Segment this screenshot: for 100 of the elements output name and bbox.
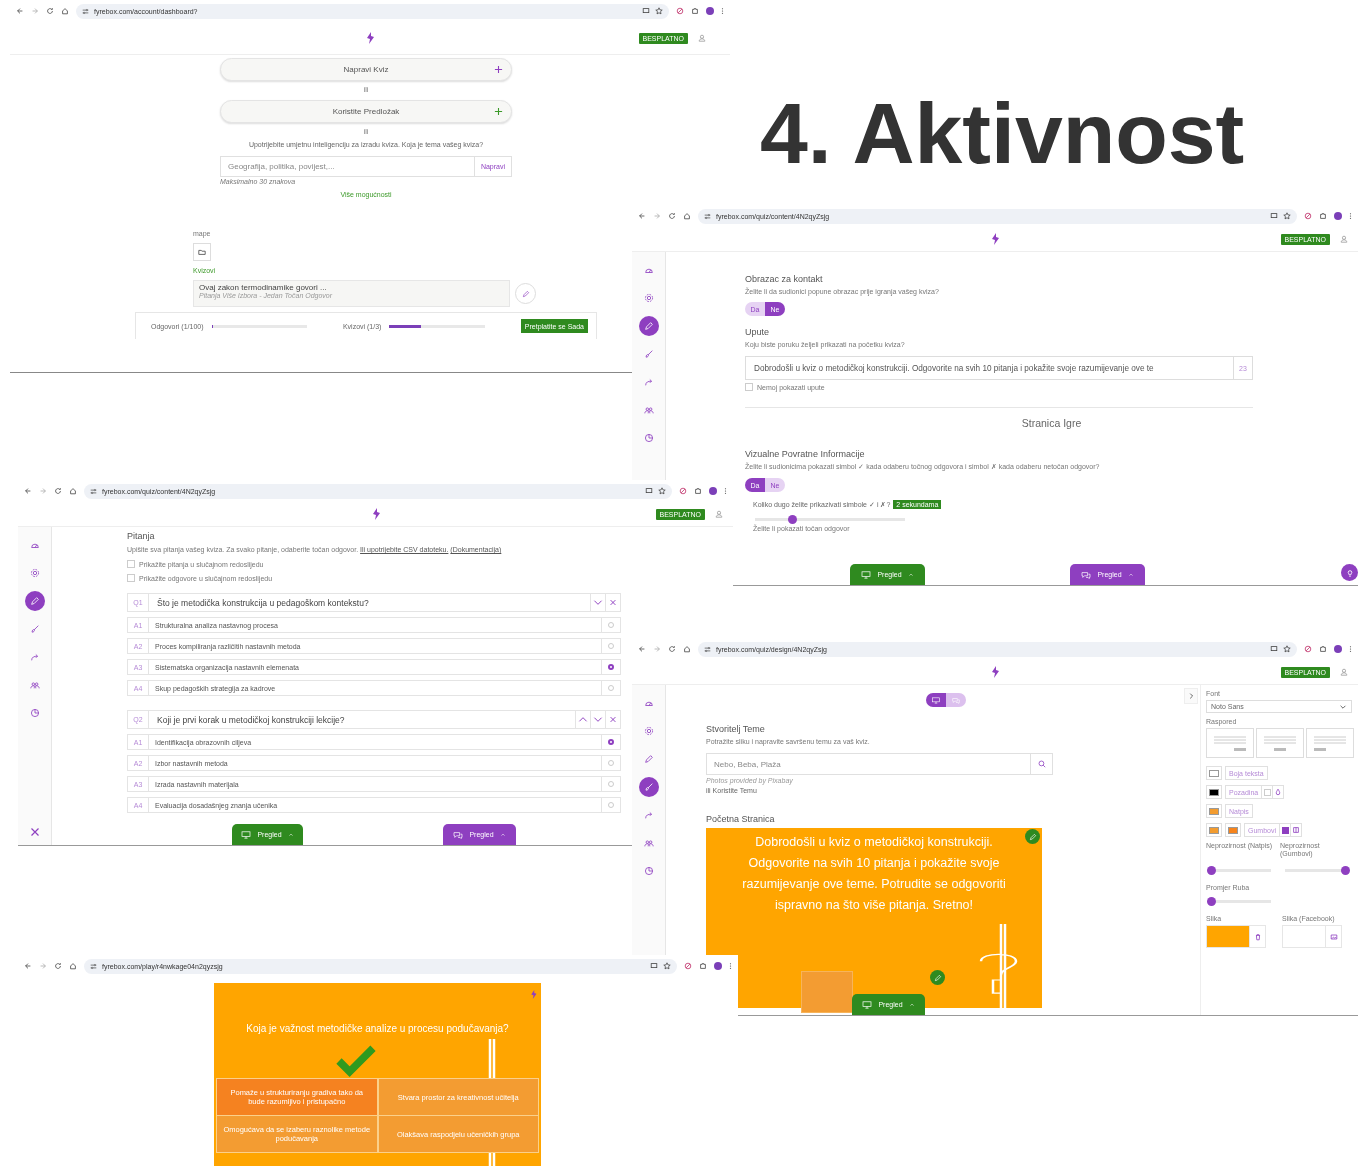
back-icon[interactable] (16, 7, 24, 15)
block-icon[interactable] (684, 962, 692, 970)
user-icon[interactable] (1340, 668, 1348, 676)
extensions-icon[interactable] (694, 487, 702, 495)
block-icon[interactable] (1304, 645, 1312, 653)
topic-field[interactable]: Geografija, politika, povijest,... (220, 156, 475, 177)
chevron-down-icon[interactable] (590, 594, 605, 611)
checkbox[interactable] (1281, 826, 1289, 834)
share-icon (29, 652, 40, 662)
cast-icon[interactable] (1270, 645, 1278, 653)
menu-icon[interactable] (729, 962, 732, 970)
extensions-icon[interactable] (1319, 645, 1327, 653)
cast-icon[interactable] (642, 7, 650, 15)
logo-icon[interactable] (989, 232, 1001, 246)
reload-icon[interactable] (668, 212, 676, 220)
slider-thumb[interactable] (1340, 866, 1350, 875)
columns-icon[interactable] (1292, 826, 1300, 834)
star-icon[interactable] (655, 7, 663, 15)
edit-button[interactable] (1025, 829, 1040, 844)
star-icon[interactable] (1283, 212, 1291, 220)
extensions-icon[interactable] (691, 7, 699, 15)
menu-icon[interactable] (721, 7, 724, 15)
profile-avatar[interactable] (709, 487, 717, 495)
pie-chart-icon (643, 433, 654, 443)
gear-icon (643, 293, 654, 303)
user-icon[interactable] (715, 510, 723, 518)
back-icon[interactable] (638, 645, 646, 653)
create-quiz-button[interactable]: Napravi Kviz (220, 58, 512, 81)
star-icon[interactable] (1283, 645, 1291, 653)
device-toggle[interactable] (926, 693, 946, 707)
site-settings-icon[interactable] (90, 962, 97, 970)
edit-button[interactable] (515, 283, 536, 304)
device-toggle[interactable] (946, 693, 966, 707)
cast-icon[interactable] (1270, 212, 1278, 220)
back-icon[interactable] (24, 962, 32, 970)
profile-avatar[interactable] (706, 7, 714, 15)
extensions-icon[interactable] (699, 962, 707, 970)
radio-button[interactable] (608, 664, 614, 670)
home-icon[interactable] (683, 645, 691, 653)
layout-thumbnail[interactable] (1206, 728, 1254, 758)
sidebar-item[interactable] (24, 591, 45, 611)
collapse-button[interactable] (1184, 688, 1198, 704)
cast-icon[interactable] (650, 962, 658, 970)
menu-icon[interactable] (1349, 212, 1352, 220)
reload-icon[interactable] (668, 645, 676, 653)
profile-avatar[interactable] (1334, 645, 1342, 653)
close-icon[interactable] (29, 827, 40, 837)
back-icon[interactable] (638, 212, 646, 220)
slider-thumb[interactable] (1206, 866, 1216, 875)
section-title: Pitanja (127, 531, 156, 541)
site-settings-icon[interactable] (704, 212, 711, 220)
home-icon[interactable] (69, 487, 77, 495)
chat-icon (453, 830, 464, 839)
home-icon[interactable] (69, 962, 77, 970)
user-icon[interactable] (698, 34, 706, 42)
slider-thumb[interactable] (1206, 897, 1216, 906)
site-settings-icon[interactable] (704, 645, 711, 653)
profile-avatar[interactable] (1334, 212, 1342, 220)
menu-icon[interactable] (1349, 645, 1352, 653)
block-icon[interactable] (676, 7, 684, 15)
star-icon[interactable] (658, 487, 666, 495)
menu-icon[interactable] (724, 487, 727, 495)
logo-icon[interactable] (364, 31, 376, 45)
logo-icon[interactable] (989, 665, 1001, 679)
site-settings-icon[interactable] (90, 487, 97, 495)
reload-icon[interactable] (54, 487, 62, 495)
edit-button[interactable] (930, 970, 945, 985)
chevron-up-icon[interactable] (575, 711, 590, 728)
extensions-icon[interactable] (1319, 212, 1327, 220)
user-icon[interactable] (1340, 235, 1348, 243)
checkmark-icon (334, 1044, 378, 1078)
help-button[interactable] (1341, 564, 1358, 581)
sidebar-item[interactable] (638, 316, 659, 336)
question-text: Što je metodička konstrukcija u pedagoškom kontekstu? (156, 597, 370, 608)
logo-icon (529, 989, 538, 1000)
trash-icon[interactable] (1253, 932, 1262, 941)
sidebar-item[interactable] (638, 777, 659, 797)
star-icon[interactable] (663, 962, 671, 970)
reload-icon[interactable] (46, 7, 54, 15)
add-folder-button[interactable] (193, 243, 211, 261)
radio-button[interactable] (608, 739, 614, 745)
drop-icon[interactable] (1274, 788, 1283, 796)
image-icon[interactable] (1329, 932, 1338, 941)
block-icon[interactable] (1304, 212, 1312, 220)
slider-thumb[interactable] (788, 515, 797, 524)
cast-icon[interactable] (645, 487, 653, 495)
block-icon[interactable] (679, 487, 687, 495)
profile-avatar[interactable] (714, 962, 722, 970)
home-icon[interactable] (61, 7, 69, 15)
use-template-button[interactable]: Koristite Predložak (220, 100, 512, 123)
chevron-down-icon[interactable] (590, 711, 605, 728)
search-icon (1037, 760, 1046, 768)
chat-icon (1081, 570, 1092, 579)
site-settings-icon[interactable] (82, 7, 89, 15)
home-icon[interactable] (683, 212, 691, 220)
image-search-box[interactable]: Nebo, Beba, Plaža (706, 753, 1053, 775)
layout-thumbnail[interactable] (1256, 728, 1304, 758)
layout-thumbnail[interactable] (1306, 728, 1354, 758)
back-icon[interactable] (24, 487, 32, 495)
reload-icon[interactable] (54, 962, 62, 970)
